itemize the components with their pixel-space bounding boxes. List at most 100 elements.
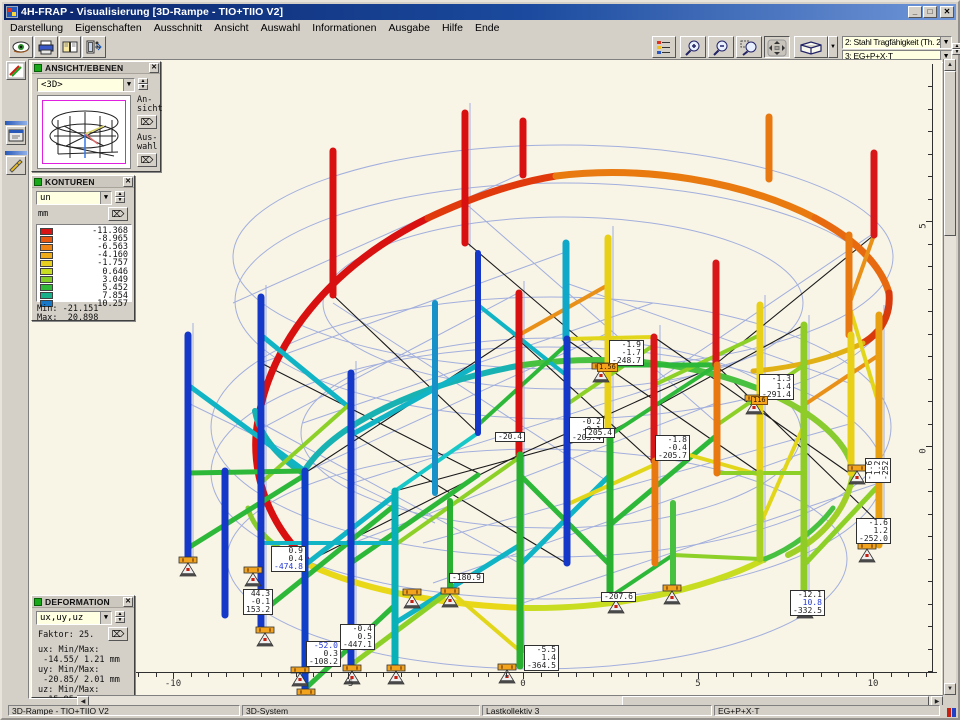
- konturen-apply-icon[interactable]: ⌦: [108, 207, 128, 221]
- menu-item[interactable]: Darstellung: [4, 22, 69, 34]
- panel-icon: [34, 64, 42, 72]
- mini-panel-strip-2[interactable]: [5, 151, 27, 155]
- mini-panel-icon-window[interactable]: [6, 126, 26, 145]
- axis-tick: [838, 673, 839, 677]
- axis-tick: [928, 491, 932, 492]
- axis-tick: [928, 176, 932, 177]
- panel-deformation[interactable]: DEFORMATION ✕ ux,uy,uz ▼ ▲ ▼ Faktor: 25.…: [31, 595, 135, 698]
- axis-tick: [928, 289, 932, 290]
- view-combobox[interactable]: <3D> ▼: [37, 78, 135, 92]
- axis-tick: [928, 266, 932, 267]
- reaction-value-label: -1.61.2-252.0: [856, 518, 891, 544]
- panel-deformation-titlebar[interactable]: DEFORMATION ✕: [32, 596, 134, 608]
- result-combobox-arrow-icon[interactable]: ▼: [940, 37, 951, 48]
- axis-tick: [681, 673, 682, 677]
- konturen-spinner[interactable]: ▲ ▼: [115, 191, 125, 204]
- maximize-button[interactable]: □: [923, 6, 937, 18]
- axis-tick: [541, 673, 542, 677]
- perspective-box-icon[interactable]: [794, 36, 828, 58]
- axis-tick: [331, 673, 332, 677]
- pan-pad-icon[interactable]: [764, 36, 790, 58]
- menu-item[interactable]: Auswahl: [255, 22, 307, 34]
- app-window: 4H-FRAP - Visualisierung [3D-Rampe - TIO…: [0, 0, 960, 720]
- mini-panel-icon-tool[interactable]: [6, 156, 26, 175]
- panel-ansicht-title: ANSICHT/EBENEN: [45, 63, 149, 73]
- printer-icon[interactable]: [34, 36, 58, 58]
- axis-tick: [891, 673, 892, 677]
- deformation-combobox[interactable]: ux,uy,uz ▼: [36, 611, 112, 625]
- color-scale: -11.368 -8.965 -6.563 -4.160 -1.757 0.64…: [36, 224, 132, 302]
- deformation-apply-icon[interactable]: ⌦: [108, 627, 128, 641]
- model-viewport[interactable]: 0.90.4-474.844.3-0.1153.2-52.00.3-108.2-…: [28, 59, 942, 699]
- konturen-combobox-arrow-icon[interactable]: ▼: [100, 192, 111, 204]
- axis-tick: [928, 154, 932, 155]
- view-combobox-arrow-icon[interactable]: ▼: [123, 79, 134, 91]
- axis-tick-label: 0: [520, 679, 525, 689]
- axis-tick: [156, 673, 157, 677]
- deformation-combobox-arrow-icon[interactable]: ▼: [100, 612, 111, 624]
- zoom-in-icon[interactable]: [680, 36, 706, 58]
- menu-item[interactable]: Hilfe: [436, 22, 469, 34]
- title-bar: 4H-FRAP - Visualisierung [3D-Rampe - TIO…: [4, 4, 956, 20]
- menu-item[interactable]: Eigenschaften: [69, 22, 148, 34]
- menu-item[interactable]: Ansicht: [208, 22, 254, 34]
- menu-item[interactable]: Informationen: [306, 22, 382, 34]
- result-combobox[interactable]: 2: Stahl Tragfähigkeit (Th. 2. O ▼: [842, 36, 952, 49]
- view-thumbnail[interactable]: [37, 95, 131, 169]
- panel-deformation-close-icon[interactable]: ✕: [123, 597, 133, 607]
- axis-tick: [928, 514, 932, 515]
- reaction-value-label: -1.61.2-252: [865, 458, 891, 483]
- panel-konturen-titlebar[interactable]: KONTUREN ✕: [32, 176, 134, 188]
- panel-ansicht-titlebar[interactable]: ANSICHT/EBENEN ✕: [32, 62, 160, 74]
- status-cell: 3D-System: [242, 705, 480, 716]
- axis-tick: [928, 469, 932, 470]
- panel-konturen[interactable]: KONTUREN ✕ un ▼ ▲ ▼ mm ⌦ -11.368 -8.965 …: [31, 175, 135, 321]
- axis-tick: [208, 673, 209, 677]
- konturen-combobox[interactable]: un ▼: [36, 191, 112, 205]
- status-cell: Lastkollektiv 3: [482, 705, 712, 716]
- display-options-icon[interactable]: [652, 36, 676, 58]
- axis-tick-label: 5: [695, 679, 700, 689]
- minimize-button[interactable]: _: [908, 6, 922, 18]
- menu-item[interactable]: Ende: [469, 22, 506, 34]
- perspective-dropdown-arrow[interactable]: ▼: [828, 36, 838, 58]
- vertical-scrollbar[interactable]: ▲ ▼: [943, 59, 956, 695]
- vertical-scrollbar-thumb[interactable]: [944, 71, 956, 236]
- panel-ansicht-ebenen[interactable]: ANSICHT/EBENEN ✕ <3D> ▼ ▲ ▼: [31, 61, 161, 172]
- book-icon[interactable]: [59, 36, 81, 58]
- scale-color-swatch: [40, 268, 53, 275]
- close-button[interactable]: ✕: [940, 6, 954, 18]
- axis-tick-label: -10: [165, 679, 181, 689]
- spinner-down-icon[interactable]: ▼: [115, 617, 125, 623]
- deformation-row-value: -14.55/ 1.21 mm: [38, 655, 120, 665]
- axis-tick: [506, 673, 507, 677]
- menu-item[interactable]: Ausgabe: [383, 22, 436, 34]
- auswahl-apply-icon[interactable]: ⌦: [137, 153, 157, 167]
- reaction-value-label: 205.4: [585, 428, 615, 438]
- reaction-value-label: 0.90.4-474.8: [271, 546, 306, 572]
- view-spinner[interactable]: ▲ ▼: [138, 78, 148, 91]
- zoom-out-icon[interactable]: [708, 36, 734, 58]
- status-bar: 3D-Rampe - TIO+TIIO V23D-SystemLastkolle…: [4, 705, 956, 716]
- deformation-row: ux: Min/Max: -14.55/ 1.21 mm: [38, 645, 120, 665]
- axis-tick: [928, 334, 932, 335]
- panel-ansicht-close-icon[interactable]: ✕: [149, 63, 159, 73]
- mini-panel-strip-1[interactable]: [5, 121, 27, 125]
- reaction-value-label: -1.8-0.4-205.7: [655, 435, 690, 461]
- spinner-down-icon[interactable]: ▼: [138, 84, 148, 90]
- ansicht-apply-icon[interactable]: ⌦: [137, 115, 157, 129]
- loadcase-spinner[interactable]: ▲ ▼: [952, 43, 960, 56]
- spinner-down-icon[interactable]: ▼: [115, 197, 125, 203]
- panel-konturen-close-icon[interactable]: ✕: [123, 177, 133, 187]
- edit-pencil-icon[interactable]: [6, 61, 26, 80]
- exit-door-icon[interactable]: [82, 36, 106, 58]
- deformation-spinner[interactable]: ▲ ▼: [115, 611, 125, 624]
- eye-icon[interactable]: [9, 36, 33, 58]
- zoom-window-icon[interactable]: [736, 36, 762, 58]
- scroll-up-icon[interactable]: ▲: [944, 59, 956, 71]
- node-number-badge: 1.56: [597, 363, 618, 372]
- scroll-down-icon[interactable]: ▼: [944, 683, 956, 695]
- axis-tick: [558, 673, 559, 677]
- menu-item[interactable]: Ausschnitt: [148, 22, 208, 34]
- spinner-down-icon[interactable]: ▼: [952, 49, 960, 55]
